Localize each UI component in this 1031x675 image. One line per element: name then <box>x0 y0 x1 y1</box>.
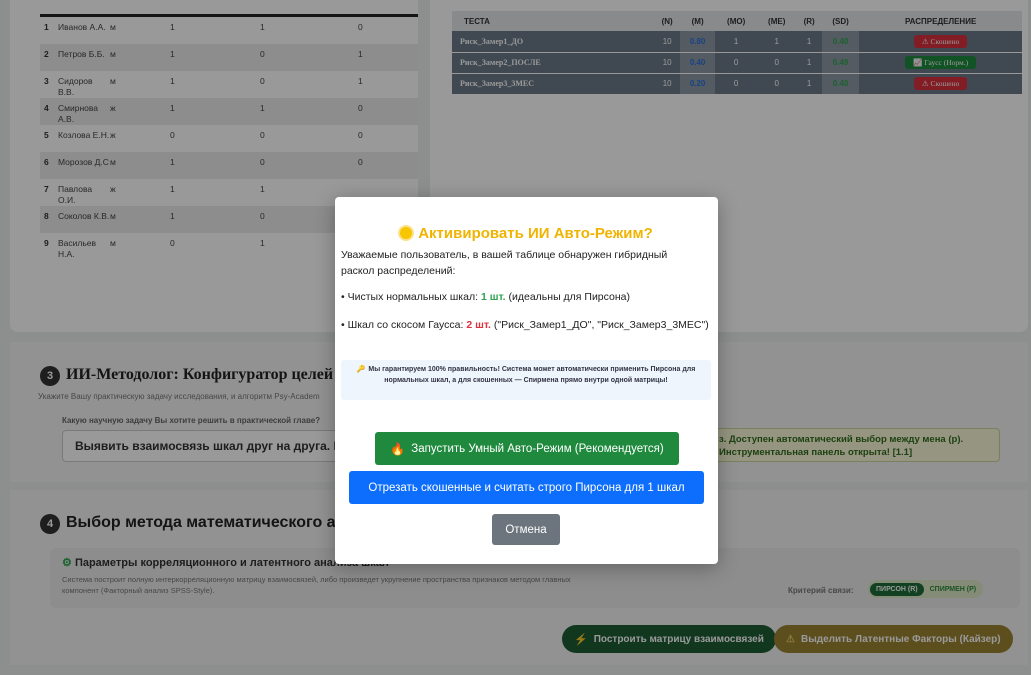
skewed-count: 2 шт. <box>466 319 491 331</box>
fire-icon: 🔥 <box>390 441 406 456</box>
sun-icon <box>400 227 413 239</box>
dialog-title: Активировать ИИ Авто-Режим? <box>335 225 718 242</box>
bullet-text: • Чистых нормальных шкал: <box>341 291 481 303</box>
normal-scales-bullet: • Чистых нормальных шкал: 1 шт. (идеальн… <box>341 291 711 303</box>
bullet-text: • Шкал со скосом Гаусса: <box>341 319 467 331</box>
guarantee-note: 🔑 Мы гарантируем 100% правильность! Систе… <box>341 360 711 400</box>
dialog-title-text: Активировать ИИ Авто-Режим? <box>418 225 653 242</box>
smart-auto-mode-label: Запустить Умный Авто-Режим (Рекомендуетс… <box>411 442 664 455</box>
cut-skewed-button[interactable]: Отрезать скошенные и считать строго Пирс… <box>349 471 704 504</box>
cancel-button[interactable]: Отмена <box>492 514 560 545</box>
smart-auto-mode-button[interactable]: 🔥 Запустить Умный Авто-Режим (Рекомендуе… <box>375 432 679 465</box>
key-icon: 🔑 <box>356 366 366 373</box>
auto-mode-dialog: Активировать ИИ Авто-Режим? Уважаемые по… <box>335 197 718 564</box>
bullet-text: (идеальны для Пирсона) <box>505 291 631 303</box>
dialog-intro: Уважаемые пользователь, в вашей таблице … <box>341 249 668 277</box>
bullet-text: ("Риск_Замер1_ДО", "Риск_Замер3_3МЕС") <box>490 319 709 331</box>
guarantee-text: Мы гарантируем 100% правильность! Систем… <box>368 366 696 384</box>
skewed-scales-bullet: • Шкал со скосом Гаусса: 2 шт. ("Риск_За… <box>341 317 711 333</box>
normal-count: 1 шт. <box>480 291 506 303</box>
